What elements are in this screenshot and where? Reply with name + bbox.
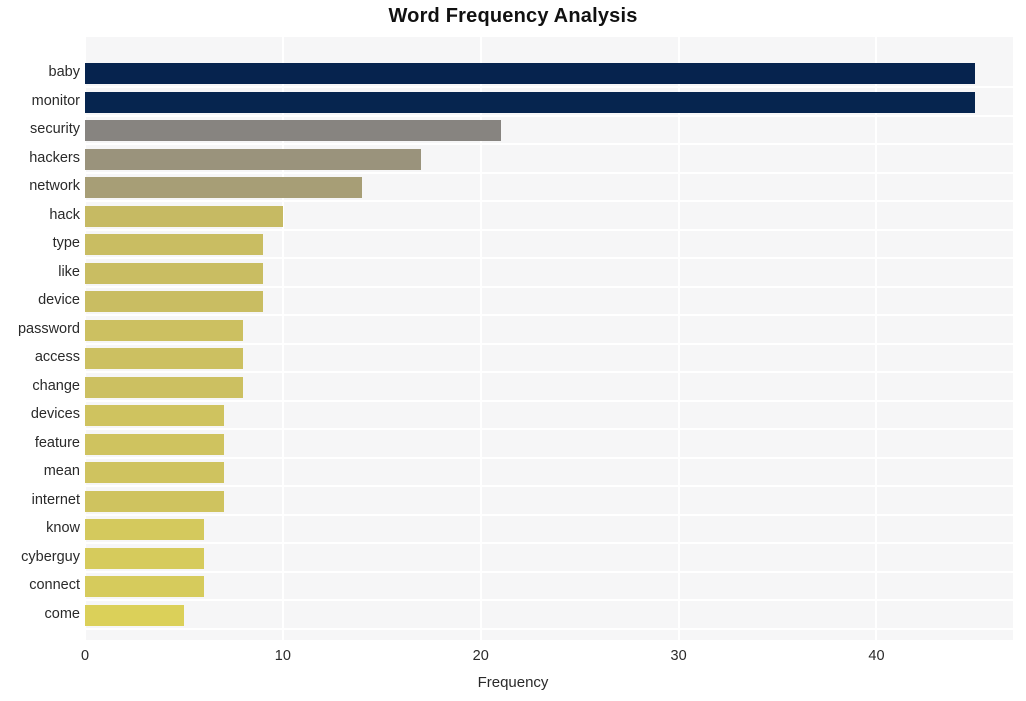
bar-network — [85, 177, 362, 199]
bar-internet — [85, 490, 224, 512]
bar-connect — [85, 576, 204, 598]
gridline-horizontal-16 — [85, 542, 1013, 545]
y-tick-label-come: come — [44, 605, 80, 622]
x-axis-title: Frequency — [477, 674, 549, 691]
bar-type — [85, 234, 264, 256]
gridline-horizontal-5 — [85, 228, 1013, 231]
bar-know — [85, 519, 204, 541]
y-tick-label-monitor: monitor — [31, 92, 80, 109]
bar-hack — [85, 205, 283, 227]
gridline-vertical-40 — [875, 37, 878, 640]
x-tick-label-30: 30 — [670, 648, 687, 664]
y-tick-label-hack: hack — [49, 206, 80, 223]
bar-mean — [85, 462, 224, 484]
bar-come — [85, 604, 184, 626]
y-axis-tick-labels: baby monitor security hackers network hack typ… — [0, 37, 80, 640]
y-tick-label-devices: devices — [30, 406, 80, 423]
x-tick-label-0: 0 — [80, 648, 90, 664]
y-tick-label-baby: baby — [48, 64, 80, 80]
x-tick-label-10: 10 — [274, 648, 291, 664]
bar-like — [85, 262, 264, 284]
gridline-horizontal-1 — [85, 114, 1013, 117]
chart-figure: Word Frequency Analysis baby monitor secur… — [0, 0, 1026, 701]
gridline-horizontal-10 — [85, 371, 1013, 374]
gridline-horizontal-9 — [85, 342, 1013, 345]
gridline-horizontal-2 — [85, 143, 1013, 146]
bar-device — [85, 291, 264, 313]
bar-monitor — [85, 91, 976, 113]
gridline-horizontal-15 — [85, 513, 1013, 516]
y-tick-label-like: like — [58, 263, 80, 280]
x-axis-tick-labels: 0 10 20 30 40 — [0, 648, 1026, 668]
x-tick-label-40: 40 — [868, 648, 885, 664]
y-tick-label-access: access — [34, 349, 80, 366]
bar-security — [85, 120, 501, 142]
y-tick-label-internet: internet — [31, 491, 80, 508]
bar-access — [85, 348, 244, 370]
y-tick-label-know: know — [46, 520, 80, 537]
gridline-horizontal-0 — [85, 86, 1013, 88]
plot-area — [84, 37, 1013, 640]
y-tick-label-hackers: hackers — [29, 149, 80, 166]
y-tick-label-network: network — [29, 178, 80, 195]
gridline-horizontal-6 — [85, 257, 1013, 260]
bar-hackers — [85, 148, 422, 170]
bar-devices — [85, 405, 224, 427]
x-tick-label-20: 20 — [472, 648, 489, 664]
y-tick-label-feature: feature — [34, 434, 80, 451]
bar-cyberguy — [85, 547, 204, 569]
chart-title: Word Frequency Analysis — [388, 5, 638, 27]
bar-change — [85, 376, 244, 398]
y-tick-label-security: security — [30, 121, 80, 138]
y-tick-label-type: type — [52, 235, 80, 252]
y-tick-label-device: device — [38, 292, 80, 309]
bar-password — [85, 319, 244, 341]
gridline-horizontal-14 — [85, 485, 1013, 488]
gridline-horizontal-11 — [85, 399, 1013, 402]
gridline-horizontal-13 — [85, 456, 1013, 459]
gridline-horizontal-17 — [85, 570, 1013, 573]
gridline-horizontal-18 — [85, 599, 1013, 602]
bar-baby — [85, 63, 976, 84]
gridline-horizontal-19 — [85, 627, 1013, 630]
y-tick-label-mean: mean — [43, 463, 80, 480]
y-tick-label-cyberguy: cyberguy — [21, 548, 80, 565]
y-tick-label-connect: connect — [29, 577, 80, 594]
y-tick-label-password: password — [17, 320, 80, 337]
gridline-horizontal-7 — [85, 285, 1013, 288]
gridline-horizontal-3 — [85, 171, 1013, 174]
gridline-horizontal-12 — [85, 428, 1013, 431]
gridline-horizontal-4 — [85, 200, 1013, 203]
gridline-vertical-30 — [677, 37, 680, 640]
gridline-horizontal-8 — [85, 314, 1013, 317]
bar-feature — [85, 433, 224, 455]
y-tick-label-change: change — [32, 377, 80, 394]
